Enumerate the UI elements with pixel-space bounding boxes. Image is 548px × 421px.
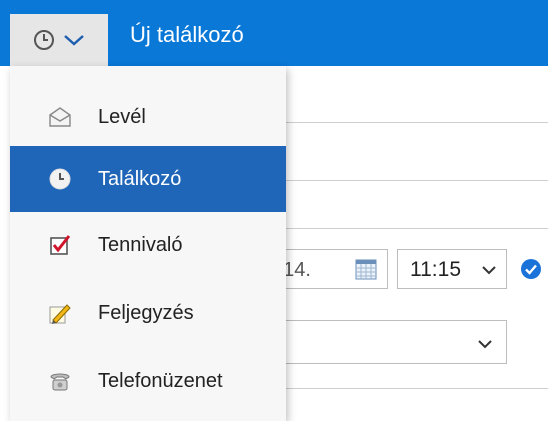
calendar-icon[interactable] xyxy=(355,258,377,280)
check-circle-icon xyxy=(521,259,541,279)
chevron-down-icon xyxy=(64,35,84,46)
menu-item-tennivalo[interactable]: Tennivaló xyxy=(10,212,286,278)
chevron-down-icon xyxy=(482,266,496,275)
item-type-switch-button[interactable] xyxy=(10,14,108,66)
envelope-icon xyxy=(49,107,71,127)
menu-item-talalkozo[interactable]: Találkozó xyxy=(10,146,286,212)
menu-item-label: Találkozó xyxy=(98,167,182,190)
page-title: Új találkozó xyxy=(130,22,244,47)
telephone-icon xyxy=(50,373,70,391)
menu-item-level[interactable]: Levél xyxy=(10,84,286,150)
item-type-menu: Levél Találkozó Tennivaló Feljegyzés Tel… xyxy=(10,66,286,421)
start-time-value: 11:15 xyxy=(410,258,461,281)
form-divider xyxy=(280,180,548,181)
form-divider xyxy=(280,228,548,229)
menu-item-telefonuzenet[interactable]: Telefonüzenet xyxy=(10,348,286,414)
dropdown-select[interactable] xyxy=(255,320,507,364)
menu-item-feljegyzes[interactable]: Feljegyzés xyxy=(10,280,286,346)
menu-item-label: Tennivaló xyxy=(98,233,183,256)
menu-item-label: Levél xyxy=(98,105,146,128)
clock-icon xyxy=(49,168,71,190)
menu-item-label: Feljegyzés xyxy=(98,301,194,324)
form-divider xyxy=(280,388,548,389)
form-divider xyxy=(280,122,548,123)
start-time-select[interactable]: 11:15 xyxy=(397,249,507,289)
chevron-down-icon xyxy=(478,340,492,349)
pencil-note-icon xyxy=(49,304,71,324)
menu-item-label: Telefonüzenet xyxy=(98,369,223,392)
checkbox-icon xyxy=(50,235,71,255)
clock-icon xyxy=(34,30,54,50)
top-bar: Új találkozó xyxy=(0,0,548,66)
